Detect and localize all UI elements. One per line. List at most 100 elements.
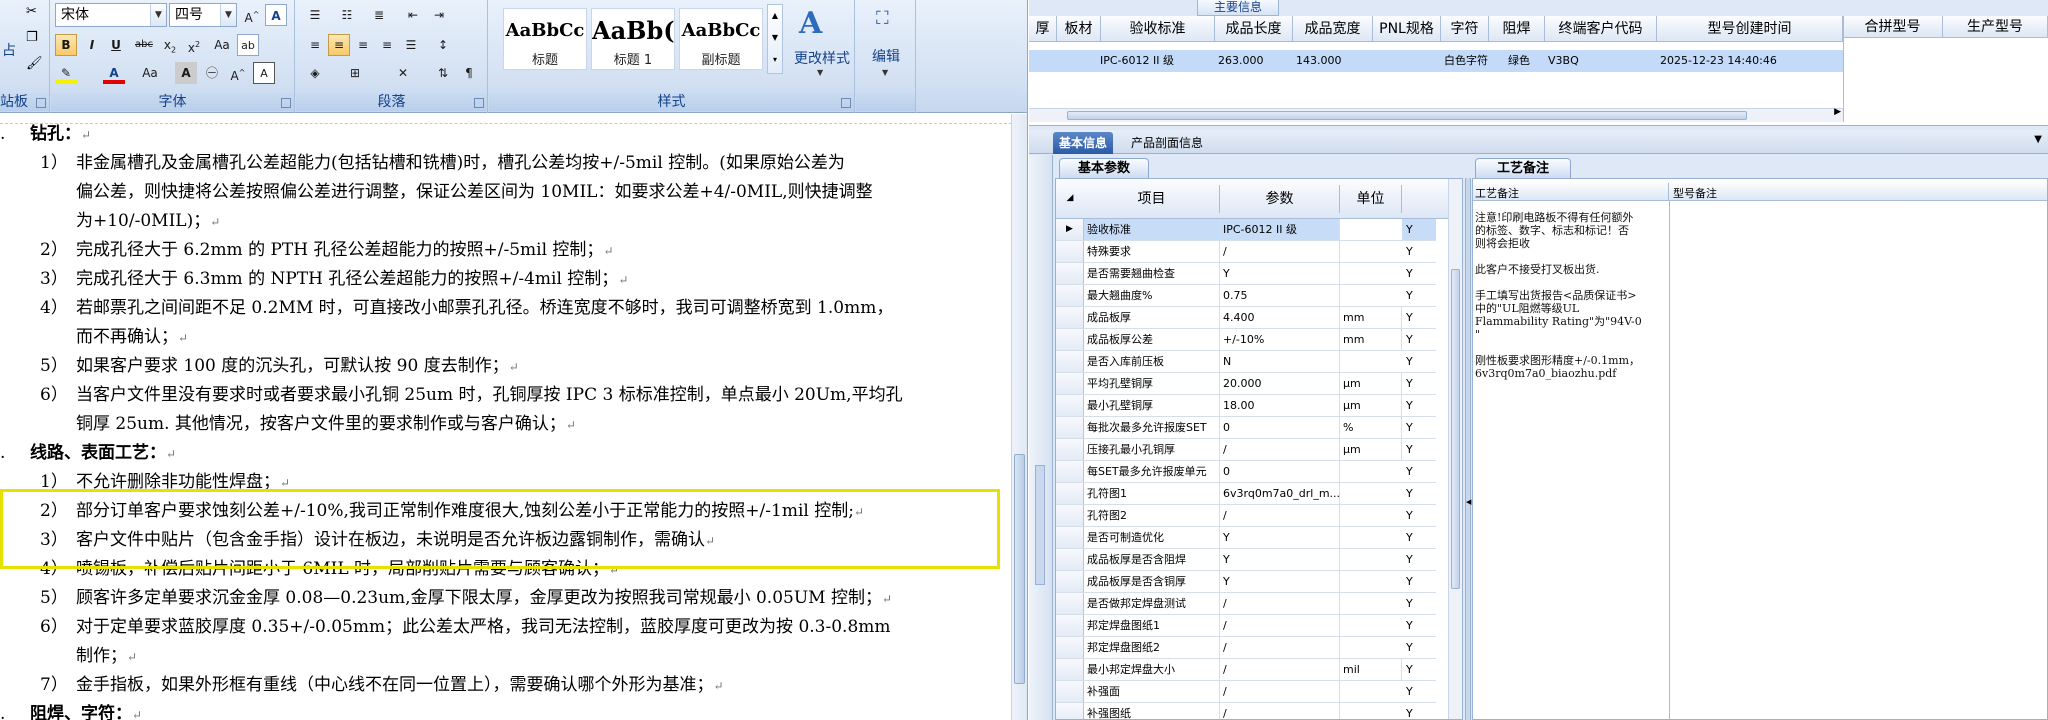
column-header[interactable]: 合拼型号 — [1843, 16, 1943, 38]
cell-param[interactable]: / — [1220, 637, 1340, 658]
styles-dialog-launcher-icon[interactable] — [841, 98, 851, 108]
document-scroll-thumb[interactable] — [1014, 454, 1025, 684]
column-header[interactable]: 生产型号 — [1943, 16, 2048, 38]
font-color-icon[interactable]: A — [103, 62, 125, 84]
doc-line[interactable]: 偏公差，则快捷将公差按照偏公差进行调整，保证公差区间为 10MIL：如要求公差+… — [76, 180, 873, 204]
grow-a-icon[interactable]: A^ — [227, 62, 249, 84]
style-heading-1[interactable]: AaBb( 标题 1 — [591, 8, 675, 70]
table-row[interactable]: 邦定焊盘图纸2/ Y — [1056, 637, 1436, 659]
column-header[interactable]: 字符 — [1441, 16, 1489, 42]
numbering-icon[interactable]: ☷ — [336, 4, 358, 26]
table-row[interactable]: 成品板厚是否含铜厚 Y Y — [1056, 571, 1436, 593]
paragraph-dialog-launcher-icon[interactable] — [474, 98, 484, 108]
char-shading-icon[interactable]: A — [175, 62, 197, 84]
cell-param[interactable]: 20.000 — [1220, 373, 1340, 394]
italic-button[interactable]: I — [81, 34, 103, 56]
cell-param[interactable]: Y — [1220, 549, 1340, 570]
cell-flag[interactable]: Y — [1402, 527, 1436, 548]
cell-param[interactable]: Y — [1220, 263, 1340, 284]
column-header[interactable]: 验收标准 — [1101, 16, 1215, 42]
row-indicator[interactable] — [1056, 329, 1084, 350]
column-header[interactable]: PNL规格 — [1373, 16, 1441, 42]
cell-param[interactable]: Y — [1220, 527, 1340, 548]
cell-param[interactable]: / — [1220, 593, 1340, 614]
table-row[interactable]: 补强面 / Y — [1056, 681, 1436, 703]
align-center-icon[interactable]: ≡ — [328, 34, 350, 56]
sort-icon[interactable]: ⇅ — [432, 62, 454, 84]
row-indicator[interactable] — [1056, 527, 1084, 548]
table-row[interactable]: 是否做邦定焊盘测试 / Y — [1056, 593, 1436, 615]
text-effects-icon[interactable]: ab — [237, 34, 259, 56]
params-vscrollbar[interactable] — [1448, 179, 1462, 719]
cell-flag[interactable]: Y — [1402, 615, 1436, 636]
table-row[interactable]: ▶ 验收标准 IPC-6012 II 级 Y — [1056, 219, 1436, 241]
table-row[interactable]: 孔符图2/ Y — [1056, 505, 1436, 527]
doc-line[interactable]: 铜厚 25um. 其他情况，按客户文件里的要求制作或与客户确认；↵ — [76, 412, 576, 437]
chevron-down-icon[interactable]: ▼ — [220, 4, 236, 26]
table-row[interactable]: 每SET最多允许报废单元 0 Y — [1056, 461, 1436, 483]
bullets-icon[interactable]: ☰ — [304, 4, 326, 26]
font-dialog-launcher-icon[interactable] — [281, 98, 291, 108]
tab-basic-info[interactable]: 基本信息 — [1053, 132, 1114, 154]
doc-line[interactable]: 5） 顾客许多定单要求沉金金厚 0.08—0.23um,金厚下限太厚，金厚更改为按… — [40, 586, 892, 611]
column-header[interactable]: 阻焊 — [1489, 16, 1545, 42]
char-border-icon[interactable]: A — [253, 62, 275, 84]
change-styles-icon[interactable]: A — [799, 6, 822, 41]
order-grid[interactable]: 厚板材 验收标准 成品长度 成品宽度 PNL规格 字符 阻焊 终端客户代码 型号创建时间 合拼型号… — [1029, 16, 2048, 126]
doc-line[interactable]: 4） 若邮票孔之间间距不足 0.2MM 时，可直接改小邮票孔孔径。桥连宽度不够时，… — [40, 296, 893, 320]
cell-param[interactable]: 18.00 — [1220, 395, 1340, 416]
cell-flag[interactable]: Y — [1402, 219, 1436, 240]
hscroll-thumb[interactable] — [1067, 111, 1747, 120]
cell-param[interactable]: N — [1220, 351, 1340, 372]
row-indicator[interactable] — [1056, 659, 1084, 680]
cell-flag[interactable]: Y — [1402, 439, 1436, 460]
clipboard-dialog-launcher-icon[interactable] — [36, 98, 46, 108]
doc-line[interactable]: 6） 对于定单要求蓝胶厚度 0.35+/-0.05mm；此公差太严格，我司无法控制… — [40, 615, 891, 639]
doc-line[interactable]: 2） 完成孔径大于 6.2mm 的 PTH 孔径公差超能力的按照+/-5mil 控… — [40, 238, 614, 263]
doc-line[interactable]: 1） 非金属槽孔及金属槽孔公差超能力(包括钻槽和铣槽)时，槽孔公差均按+/-5mi… — [40, 151, 845, 175]
doc-line[interactable]: . 阻焊、字符：↵ — [0, 702, 142, 720]
cell-end-customer[interactable]: V3BQ — [1545, 50, 1605, 72]
font-name-combo[interactable]: 宋体 ▼ — [55, 3, 167, 27]
grow-font-icon[interactable]: A^ — [241, 4, 263, 26]
style-subtitle[interactable]: AaBbCc 副标题 — [679, 8, 763, 70]
row-indicator[interactable] — [1056, 593, 1084, 614]
asian-layout-icon[interactable]: ✕ — [392, 62, 414, 84]
splitter-arrow-icon[interactable]: ◀ — [1466, 498, 1471, 506]
change-case-icon[interactable]: Aa — [211, 34, 233, 56]
process-notes-text[interactable]: 注意!印刷电路板不得有任何额外 的标签、数字、标志和标记！否 则将会拒收 此客户… — [1475, 211, 1667, 380]
row-indicator[interactable] — [1056, 285, 1084, 306]
cell-flag[interactable]: Y — [1402, 461, 1436, 482]
row-indicator[interactable] — [1056, 241, 1084, 262]
table-row[interactable]: 补强图纸 / Y — [1056, 703, 1436, 719]
cell-flag[interactable]: Y — [1402, 637, 1436, 658]
cell-param[interactable]: +/-10% — [1220, 329, 1340, 350]
bold-button[interactable]: B — [55, 34, 77, 56]
row-indicator[interactable] — [1056, 417, 1084, 438]
cell-soldermask[interactable]: 绿色 — [1505, 50, 1549, 72]
cell-flag[interactable]: Y — [1402, 417, 1436, 438]
params-scroll-thumb[interactable] — [1451, 269, 1460, 589]
cell-param[interactable]: / — [1220, 505, 1340, 526]
doc-line[interactable]: 6） 当客户文件里没有要求时或者要求最小孔铜 25um 时，孔铜厚按 IPC 3 … — [40, 383, 903, 407]
cell-param[interactable]: / — [1220, 703, 1340, 719]
row-indicator[interactable] — [1056, 505, 1084, 526]
cell-param[interactable]: / — [1220, 659, 1340, 680]
cell-flag[interactable]: Y — [1402, 681, 1436, 702]
doc-line[interactable]: 7） 金手指板，如果外形框有重线（中心线不在同一位置上），需要确认哪个外形为基准；… — [40, 673, 724, 698]
table-row[interactable]: 是否入库前压板 N Y — [1056, 351, 1436, 373]
order-grid-hscrollbar[interactable]: ▶ — [1029, 107, 1843, 122]
document-vertical-scrollbar[interactable] — [1011, 114, 1027, 720]
column-header[interactable]: 终端客户代码 — [1545, 16, 1657, 42]
row-indicator[interactable] — [1056, 307, 1084, 328]
table-row[interactable]: 孔符图1 6v3rq0m7a0_drl_m... Y — [1056, 483, 1436, 505]
tab-dropdown-icon[interactable]: ▼ — [2034, 134, 2042, 145]
cell-flag[interactable]: Y — [1402, 505, 1436, 526]
paste-icon[interactable]: 占 — [2, 40, 16, 60]
cell-param[interactable]: / — [1220, 439, 1340, 460]
cell-unit[interactable]: μm — [1340, 373, 1402, 394]
table-row[interactable]: 特殊要求 / Y — [1056, 241, 1436, 263]
row-indicator[interactable] — [1056, 461, 1084, 482]
cell-unit[interactable]: % — [1340, 417, 1402, 438]
table-row[interactable]: 是否需要翘曲检查 Y Y — [1056, 263, 1436, 285]
